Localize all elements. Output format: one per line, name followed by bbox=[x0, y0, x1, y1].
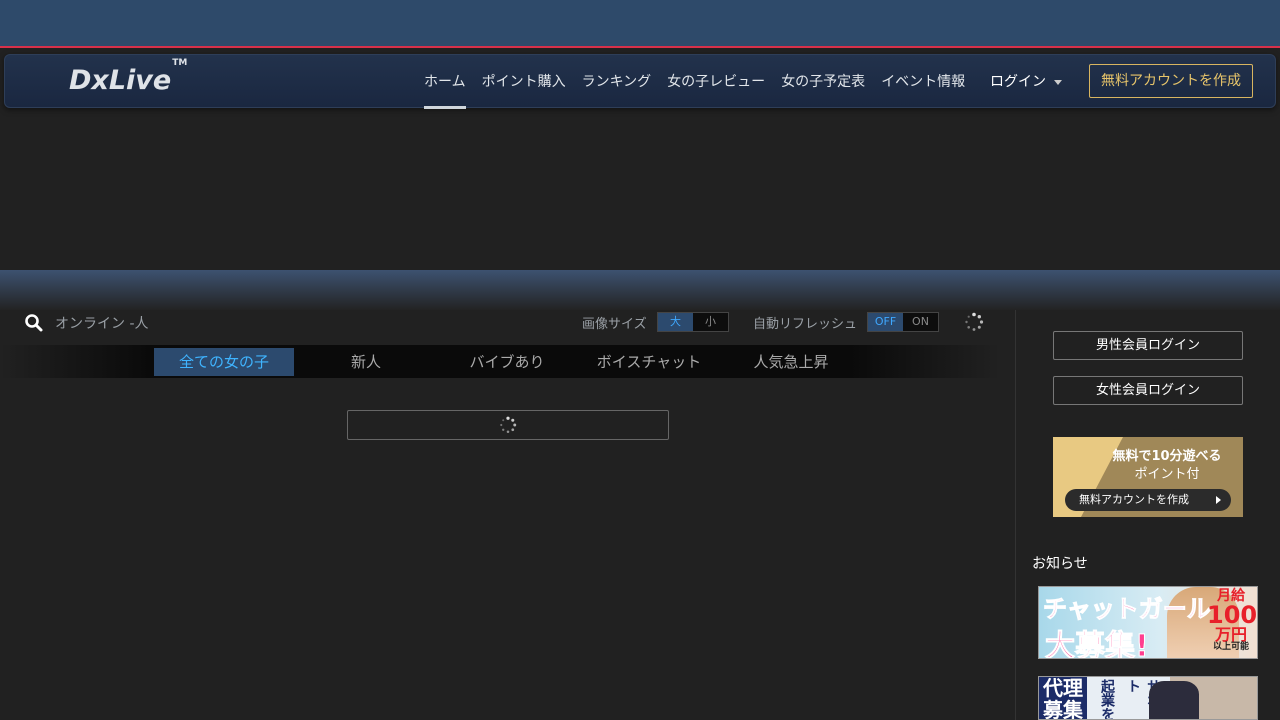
promo-line2: ポイント付 bbox=[1134, 467, 1200, 482]
nav-item-events[interactable]: イベント情報 bbox=[873, 55, 973, 109]
person-photo bbox=[1149, 681, 1199, 719]
loading-spinner-icon bbox=[965, 312, 984, 331]
sidebar-divider bbox=[1015, 310, 1016, 720]
arrow-right-icon bbox=[1216, 496, 1221, 504]
agency-recruit-banner[interactable]: 代理募集 起業を サポート bbox=[1038, 676, 1258, 720]
image-size-label: 画像サイズ bbox=[582, 317, 647, 332]
salary-badge-unit: 万円 bbox=[1214, 625, 1247, 644]
logo[interactable]: DxLiveTM bbox=[69, 58, 187, 96]
image-size-toggle: 大 小 bbox=[657, 312, 729, 332]
auto-refresh-off[interactable]: OFF bbox=[868, 313, 903, 331]
male-login-button[interactable]: 男性会員ログイン bbox=[1053, 331, 1243, 360]
chevron-down-icon bbox=[1054, 79, 1062, 85]
category-tabs: 全ての女の子 新人 バイブあり ボイスチャット 人気急上昇 bbox=[0, 345, 1000, 378]
nav-item-home[interactable]: ホーム bbox=[416, 55, 474, 109]
tab-all-girls[interactable]: 全ての女の子 bbox=[154, 348, 294, 376]
image-size-small[interactable]: 小 bbox=[693, 313, 728, 331]
login-label: ログイン bbox=[990, 74, 1046, 90]
online-count: オンライン -人 bbox=[55, 316, 149, 332]
chat-girl-recruit-banner[interactable]: チャットガール 大募集! 月給 100 万円 以上可能 bbox=[1038, 586, 1258, 659]
salary-badge-note: 以上可能 bbox=[1212, 642, 1249, 652]
nav-item-buy-points[interactable]: ポイント購入 bbox=[474, 55, 574, 109]
agency-text-1: 起業を bbox=[1099, 679, 1115, 720]
navbar: DxLiveTM ホーム ポイント購入 ランキング 女の子レビュー 女の子予定表… bbox=[4, 54, 1276, 109]
auto-refresh-label: 自動リフレッシュ bbox=[753, 317, 858, 332]
promo-button-label: 無料アカウントを作成 bbox=[1079, 493, 1189, 506]
loading-spinner-icon bbox=[500, 416, 517, 434]
ad-title-1: チャットガール bbox=[1043, 595, 1212, 624]
salary-badge-amount: 100 bbox=[1207, 601, 1258, 629]
promo-line1: 無料で10分遊べる bbox=[1112, 449, 1222, 464]
tab-voice-chat[interactable]: ボイスチャット bbox=[579, 348, 719, 376]
promo-create-account-button[interactable]: 無料アカウントを作成 bbox=[1065, 489, 1231, 511]
banner-band bbox=[0, 270, 1280, 310]
salary-badge: 月給 100 万円 以上可能 bbox=[1207, 589, 1258, 652]
nav-item-ranking[interactable]: ランキング bbox=[574, 55, 660, 109]
search-icon[interactable] bbox=[24, 313, 44, 333]
tab-vibe[interactable]: バイブあり bbox=[437, 348, 577, 376]
tab-trending[interactable]: 人気急上昇 bbox=[721, 348, 861, 376]
top-strip bbox=[0, 0, 1280, 48]
login-dropdown[interactable]: ログイン bbox=[990, 55, 1062, 109]
logo-trademark: TM bbox=[172, 58, 188, 68]
image-size-large[interactable]: 大 bbox=[658, 313, 693, 331]
nav-menu: ホーム ポイント購入 ランキング 女の子レビュー 女の子予定表 イベント情報 bbox=[416, 55, 973, 109]
logo-text: DxLive bbox=[69, 65, 172, 96]
female-login-button[interactable]: 女性会員ログイン bbox=[1053, 376, 1243, 405]
free-points-banner[interactable]: 無料で10分遊べる ポイント付 無料アカウントを作成 bbox=[1053, 437, 1243, 517]
agency-block-text: 代理募集 bbox=[1039, 677, 1087, 719]
ad-title-2: 大募集! bbox=[1045, 629, 1150, 659]
create-account-button[interactable]: 無料アカウントを作成 bbox=[1089, 64, 1253, 98]
nav-item-schedule[interactable]: 女の子予定表 bbox=[773, 55, 873, 109]
tab-newcomers[interactable]: 新人 bbox=[296, 348, 436, 376]
auto-refresh-toggle: OFF ON bbox=[867, 312, 939, 332]
auto-refresh-on[interactable]: ON bbox=[903, 313, 938, 331]
news-title: お知らせ bbox=[1032, 556, 1088, 572]
nav-item-reviews[interactable]: 女の子レビュー bbox=[659, 55, 773, 109]
